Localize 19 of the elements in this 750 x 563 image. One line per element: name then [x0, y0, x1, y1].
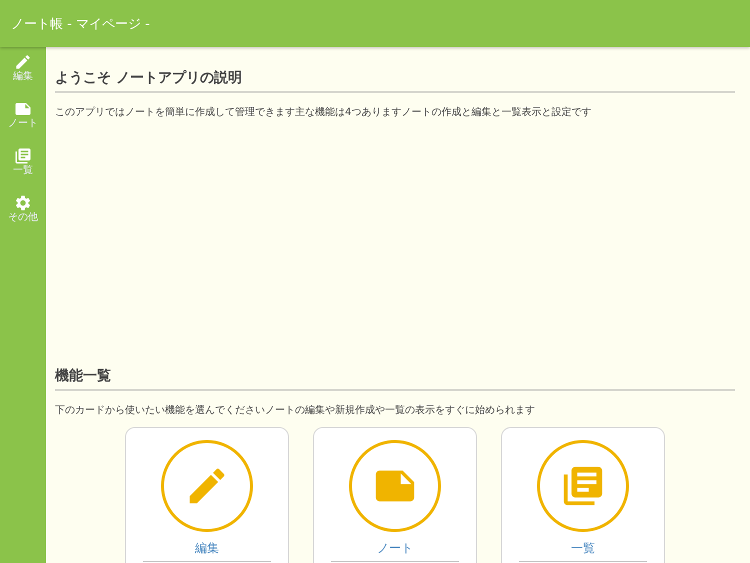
section-text: 下のカードから使いたい機能を選んでくださいノートの編集や新規作成や一覧の表示をすぐに始められます: [55, 404, 536, 417]
section-text: このアプリではノートを簡単に作成して管理できます主な機能は4つありますノートの作成と編集と一覧表示と設定です: [55, 106, 592, 119]
feature-card[interactable]: 編集: [125, 427, 289, 563]
card-label: 編集: [143, 540, 271, 563]
feature-card[interactable]: 一覧: [501, 427, 665, 563]
sidebar-item[interactable]: 編集: [13, 53, 33, 83]
section-heading: 機能一覧: [55, 367, 735, 391]
sidebar-item[interactable]: ノート: [8, 100, 38, 130]
card-label: ノート: [331, 540, 459, 563]
app-title: ノート帳 - マイページ -: [11, 16, 150, 32]
pencil-icon: [14, 53, 32, 71]
note-icon: [14, 100, 32, 118]
sidebar-item[interactable]: 一覧: [13, 147, 33, 177]
settings-icon: [14, 194, 32, 212]
feature-card[interactable]: ノート: [313, 427, 477, 563]
card-label: 一覧: [519, 540, 647, 563]
sidebar-item[interactable]: その他: [8, 194, 38, 224]
section-heading: ようこそ ノートアプリの説明: [55, 69, 735, 93]
documents-icon: [14, 147, 32, 165]
